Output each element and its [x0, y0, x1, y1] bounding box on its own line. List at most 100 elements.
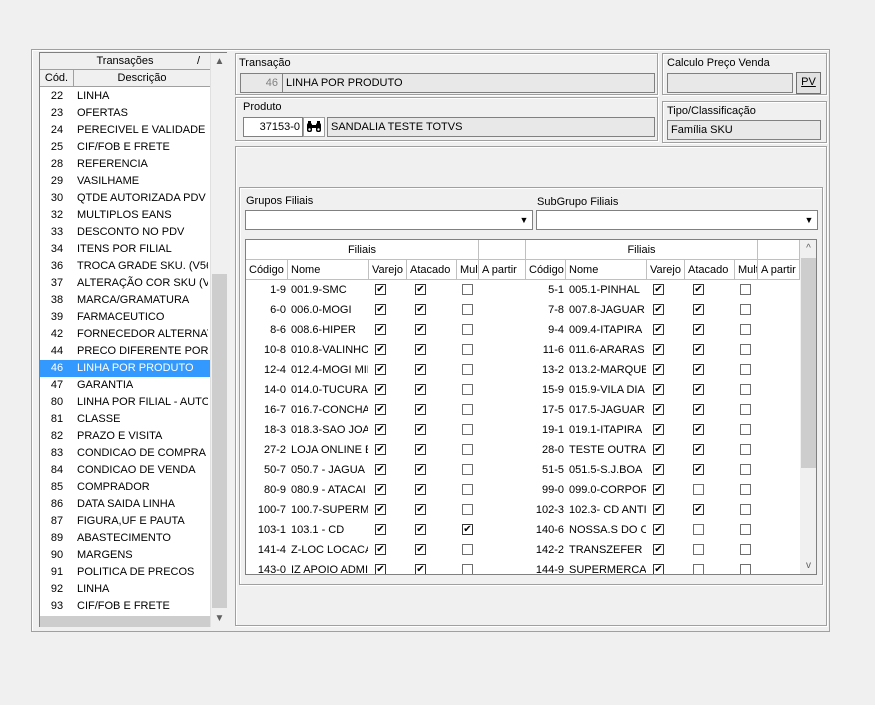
mult-checkbox[interactable]	[462, 404, 473, 415]
mult-checkbox[interactable]	[740, 504, 751, 515]
mult-checkbox[interactable]	[462, 424, 473, 435]
varejo-checkbox[interactable]: ✔	[653, 484, 664, 495]
varejo-checkbox[interactable]: ✔	[653, 544, 664, 555]
list-item[interactable]: 22 LINHA	[40, 88, 210, 105]
varejo-checkbox[interactable]: ✔	[375, 404, 386, 415]
scroll-up-icon[interactable]: ^	[800, 240, 816, 257]
varejo-checkbox[interactable]: ✔	[653, 564, 664, 574]
list-item[interactable]: 44 PRECO DIFERENTE POR LC	[40, 343, 210, 360]
table-row[interactable]: 103-1 103.1 - CD ✔ ✔ ✔ 140-6 NOSSA.S DO C ✔	[246, 520, 800, 540]
table-row[interactable]: 141-4 Z-LOC LOCACA ✔ ✔ 142-2 TRANSZEFER ✔	[246, 540, 800, 560]
table-row[interactable]: 27-2 LOJA ONLINE E ✔ ✔ 28-0 TESTE OUTRA I ✔ ✔	[246, 440, 800, 460]
mult-checkbox[interactable]	[462, 364, 473, 375]
varejo-checkbox[interactable]: ✔	[653, 404, 664, 415]
transactions-scrollbar[interactable]: ▲ ▼	[210, 53, 227, 627]
list-item[interactable]: 23 OFERTAS	[40, 105, 210, 122]
tipo-field[interactable]: Família SKU	[667, 120, 821, 140]
atacado-checkbox[interactable]: ✔	[693, 504, 704, 515]
varejo-checkbox[interactable]: ✔	[375, 344, 386, 355]
atacado-checkbox[interactable]: ✔	[415, 304, 426, 315]
chevron-down-icon[interactable]: ▼	[516, 211, 532, 229]
atacado-checkbox[interactable]: ✔	[415, 464, 426, 475]
list-item[interactable]: 91 POLITICA DE PRECOS	[40, 564, 210, 581]
list-item[interactable]: 28 REFERENCIA	[40, 156, 210, 173]
mult-checkbox[interactable]	[462, 504, 473, 515]
list-item[interactable]: 24 PERECIVEL E VALIDADE	[40, 122, 210, 139]
col-header-code[interactable]: Cód.	[40, 70, 74, 87]
produto-desc-field[interactable]: SANDALIA TESTE TOTVS	[327, 117, 655, 137]
list-item[interactable]: 93 CIF/FOB E FRETE	[40, 598, 210, 615]
table-row[interactable]: 14-0 014.0-TUCURA ✔ ✔ 15-9 015.9-VILA DIA ✔ ✔	[246, 380, 800, 400]
list-item[interactable]: 92 LINHA	[40, 581, 210, 598]
table-row[interactable]: 143-0 IZ APOIO ADMIN ✔ ✔ 144-9 SUPERMERCAD ✔	[246, 560, 800, 574]
calculo-field[interactable]	[667, 73, 793, 93]
list-item[interactable]: 39 FARMACEUTICO	[40, 309, 210, 326]
col-header-a-partir[interactable]: A partir	[758, 260, 800, 280]
mult-checkbox[interactable]	[740, 464, 751, 475]
list-item[interactable]: 33 DESCONTO NO PDV	[40, 224, 210, 241]
varejo-checkbox[interactable]: ✔	[375, 304, 386, 315]
scroll-thumb[interactable]	[212, 274, 227, 608]
varejo-checkbox[interactable]: ✔	[653, 384, 664, 395]
list-item[interactable]: 29 VASILHAME	[40, 173, 210, 190]
pv-button[interactable]: PV	[796, 72, 821, 94]
varejo-checkbox[interactable]: ✔	[653, 324, 664, 335]
varejo-checkbox[interactable]: ✔	[375, 364, 386, 375]
list-item[interactable]: 82 PRAZO E VISITA	[40, 428, 210, 445]
atacado-checkbox[interactable]: ✔	[415, 484, 426, 495]
table-row[interactable]: 8-6 008.6-HIPER ✔ ✔ 9-4 009.4-ITAPIRA ✔ ✔	[246, 320, 800, 340]
varejo-checkbox[interactable]: ✔	[653, 524, 664, 535]
atacado-checkbox[interactable]	[693, 484, 704, 495]
varejo-checkbox[interactable]: ✔	[375, 464, 386, 475]
col-header-atacado[interactable]: Atacado	[685, 260, 735, 280]
mult-checkbox[interactable]	[462, 484, 473, 495]
atacado-checkbox[interactable]: ✔	[693, 284, 704, 295]
varejo-checkbox[interactable]: ✔	[375, 484, 386, 495]
varejo-checkbox[interactable]: ✔	[653, 464, 664, 475]
varejo-checkbox[interactable]: ✔	[653, 364, 664, 375]
mult-checkbox[interactable]	[462, 304, 473, 315]
list-item[interactable]: 86 DATA SAIDA LINHA	[40, 496, 210, 513]
list-item[interactable]: 36 TROCA GRADE SKU. (V56	[40, 258, 210, 275]
mult-checkbox[interactable]	[740, 484, 751, 495]
col-header-mult[interactable]: Mult	[735, 260, 758, 280]
atacado-checkbox[interactable]: ✔	[415, 504, 426, 515]
atacado-checkbox[interactable]: ✔	[415, 404, 426, 415]
subgrupo-select[interactable]: ▼	[536, 210, 818, 230]
atacado-checkbox[interactable]: ✔	[693, 464, 704, 475]
mult-checkbox[interactable]	[740, 344, 751, 355]
mult-checkbox[interactable]	[462, 284, 473, 295]
mult-checkbox[interactable]	[740, 364, 751, 375]
mult-checkbox[interactable]	[462, 564, 473, 574]
list-item[interactable]: 32 MULTIPLOS EANS	[40, 207, 210, 224]
varejo-checkbox[interactable]: ✔	[375, 384, 386, 395]
table-row[interactable]: 18-3 018.3-SAO JOA ✔ ✔ 19-1 019.1-ITAPIRA ✔ ✔	[246, 420, 800, 440]
table-row[interactable]: 12-4 012.4-MOGI MIF ✔ ✔ 13-2 013.2-MARQUE ✔ ✔	[246, 360, 800, 380]
varejo-checkbox[interactable]: ✔	[375, 324, 386, 335]
varejo-checkbox[interactable]: ✔	[375, 504, 386, 515]
mult-checkbox[interactable]	[740, 424, 751, 435]
col-header-varejo[interactable]: Varejo	[647, 260, 685, 280]
list-item[interactable]: 80 LINHA POR FILIAL - AUTOM	[40, 394, 210, 411]
mult-checkbox[interactable]	[462, 444, 473, 455]
grupos-select[interactable]: ▼	[245, 210, 533, 230]
mult-checkbox[interactable]	[462, 544, 473, 555]
mult-checkbox[interactable]: ✔	[462, 524, 473, 535]
atacado-checkbox[interactable]: ✔	[693, 424, 704, 435]
mult-checkbox[interactable]	[740, 384, 751, 395]
mult-checkbox[interactable]	[740, 324, 751, 335]
varejo-checkbox[interactable]: ✔	[375, 444, 386, 455]
list-item[interactable]: 87 FIGURA,UF E PAUTA	[40, 513, 210, 530]
atacado-checkbox[interactable]: ✔	[415, 364, 426, 375]
varejo-checkbox[interactable]: ✔	[653, 444, 664, 455]
atacado-checkbox[interactable]: ✔	[415, 524, 426, 535]
atacado-checkbox[interactable]: ✔	[693, 404, 704, 415]
list-item[interactable]: 89 ABASTECIMENTO	[40, 530, 210, 547]
table-row[interactable]: 1-9 001.9-SMC ✔ ✔ 5-1 005.1-PINHAL ✔ ✔	[246, 280, 800, 300]
chevron-down-icon[interactable]: ▼	[801, 211, 817, 229]
atacado-checkbox[interactable]: ✔	[693, 364, 704, 375]
list-item[interactable]: 90 MARGENS	[40, 547, 210, 564]
col-header-a-partir[interactable]: A partir	[479, 260, 526, 280]
mult-checkbox[interactable]	[462, 324, 473, 335]
scroll-up-icon[interactable]: ▲	[211, 53, 228, 70]
